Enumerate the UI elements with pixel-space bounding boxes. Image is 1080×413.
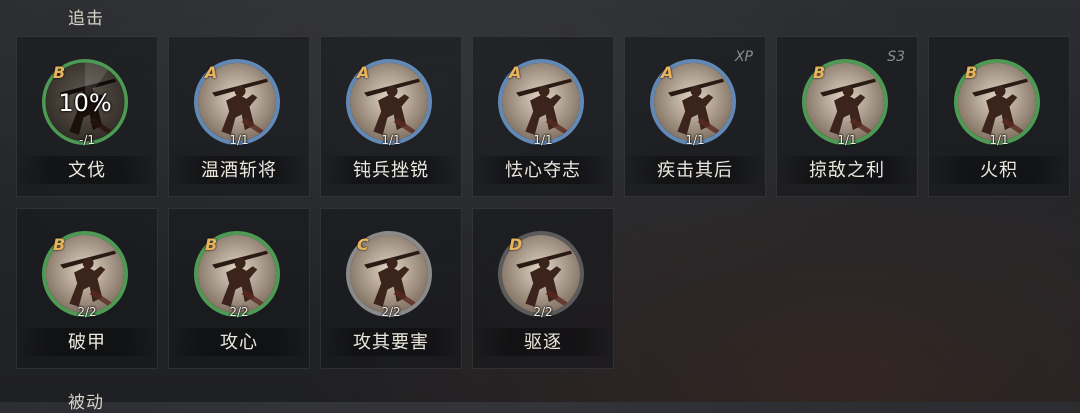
- skill-uses: 1/1: [229, 133, 249, 147]
- skill-name: 钝兵挫锐: [353, 160, 429, 181]
- skill-name: 怯心夺志: [505, 160, 581, 181]
- skill-card-gongxin[interactable]: B 2/2 攻心: [168, 208, 310, 369]
- skill-uses: 1/1: [837, 133, 857, 147]
- skill-name: 攻心: [220, 332, 258, 353]
- skill-uses: 1/1: [533, 133, 553, 147]
- skill-uses: 1/1: [381, 133, 401, 147]
- skill-name: 破甲: [68, 332, 106, 353]
- skill-grade: A: [509, 63, 522, 82]
- skill-card-qiexin-duozhi[interactable]: A 1/1 怯心夺志: [472, 36, 614, 197]
- skill-grade: B: [813, 63, 826, 82]
- skill-card-ludi-zhili[interactable]: S3 B 1/1 掠敌之利: [776, 36, 918, 197]
- skill-name: 疾击其后: [657, 160, 733, 181]
- skill-uses: 2/2: [381, 305, 401, 319]
- skill-name: 文伐: [68, 160, 106, 181]
- skill-card-dunbing-cuorui[interactable]: A 1/1 钝兵挫锐: [320, 36, 462, 197]
- skill-card-gongqi-yaohai[interactable]: C 2/2 攻其要害: [320, 208, 462, 369]
- skill-grade: B: [965, 63, 978, 82]
- skill-uses: 1/1: [685, 133, 705, 147]
- skill-uses: 2/2: [229, 305, 249, 319]
- skill-tag-xp: XP: [734, 49, 753, 65]
- skill-grade: B: [53, 63, 66, 82]
- skill-name: 驱逐: [524, 332, 562, 353]
- skill-grade: A: [357, 63, 370, 82]
- skill-card-jiji-qihou[interactable]: XP A 1/1 疾击其后: [624, 36, 766, 197]
- skill-grade: A: [205, 63, 218, 82]
- skill-card-wenjiu-zhanjiang[interactable]: A 1/1 温酒斩将: [168, 36, 310, 197]
- skill-name: 掠敌之利: [809, 160, 885, 181]
- cooldown-text: 10%: [58, 89, 112, 117]
- skill-grade: C: [357, 235, 369, 254]
- section-label-pursuit: 追击: [68, 9, 104, 29]
- skill-name: 温酒斩将: [201, 160, 277, 181]
- skill-card-wenfa[interactable]: B 10% -/1 文伐: [16, 36, 158, 197]
- skill-uses: 1/1: [989, 133, 1009, 147]
- skill-card-quzhu[interactable]: D 2/2 驱逐: [472, 208, 614, 369]
- skill-uses: 2/2: [77, 305, 97, 319]
- section-label-passive: 被动: [68, 393, 104, 413]
- skill-grade: A: [661, 63, 674, 82]
- skill-tag-s3: S3: [887, 49, 905, 65]
- skill-grade: B: [205, 235, 218, 254]
- skill-grade: B: [53, 235, 66, 254]
- skill-uses: -/1: [78, 133, 95, 147]
- skill-uses: 2/2: [533, 305, 553, 319]
- skill-name: 攻其要害: [353, 332, 429, 353]
- skill-card-huoji[interactable]: B 1/1 火积: [928, 36, 1070, 197]
- skill-grade: D: [509, 235, 523, 254]
- skill-name: 火积: [980, 160, 1018, 181]
- skill-card-pojia[interactable]: B 2/2 破甲: [16, 208, 158, 369]
